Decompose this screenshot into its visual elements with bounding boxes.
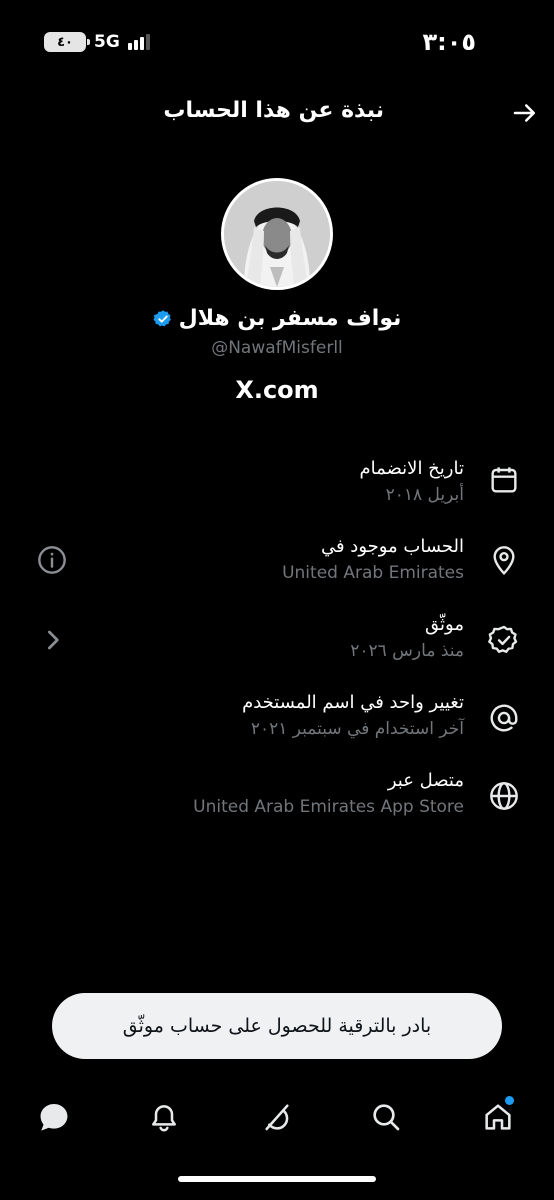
upgrade-label: بادر بالترقية للحصول على حساب موثّق bbox=[122, 1015, 432, 1037]
nav-home[interactable] bbox=[478, 1094, 518, 1140]
header: نبذة عن هذا الحساب bbox=[0, 96, 554, 136]
status-time: ٣:٠٥ bbox=[422, 28, 476, 56]
verified-badge-icon bbox=[488, 625, 518, 653]
signal-icon bbox=[127, 34, 150, 50]
info-row-username-change: تغيير واحد في اسم المستخدم آخر استخدام ف… bbox=[0, 690, 554, 760]
display-name: نواف مسفر بن هلال bbox=[178, 306, 402, 331]
status-bar: ٤٠ 5G ٣:٠٥ bbox=[0, 28, 554, 58]
info-label: تاريخ الانضمام bbox=[359, 458, 464, 479]
nav-messages[interactable] bbox=[34, 1094, 74, 1140]
nav-notifications[interactable] bbox=[144, 1094, 184, 1140]
avatar[interactable] bbox=[221, 178, 333, 290]
info-label: متصل عبر bbox=[387, 770, 464, 791]
home-indicator bbox=[178, 1176, 376, 1182]
bottom-nav bbox=[0, 1094, 554, 1144]
status-indicators: ٤٠ 5G bbox=[44, 32, 150, 52]
username-handle: @NawafMisferll bbox=[211, 338, 343, 358]
info-text-username-change: تغيير واحد في اسم المستخدم آخر استخدام ف… bbox=[242, 690, 464, 742]
info-text-verified: موثّق منذ مارس ٢٠٢٦ bbox=[350, 612, 464, 664]
chevron-left-icon[interactable] bbox=[36, 624, 68, 656]
back-button[interactable] bbox=[510, 98, 540, 128]
page-title: نبذة عن هذا الحساب bbox=[163, 98, 384, 123]
info-row-verified[interactable]: موثّق منذ مارس ٢٠٢٦ bbox=[0, 612, 554, 682]
search-icon bbox=[373, 1104, 400, 1131]
info-label: تغيير واحد في اسم المستخدم bbox=[242, 692, 464, 713]
info-label: الحساب موجود في bbox=[320, 536, 464, 557]
notifications-icon bbox=[152, 1105, 176, 1132]
battery-icon: ٤٠ bbox=[44, 32, 90, 52]
info-value: أبريل ٢٠١٨ bbox=[385, 485, 464, 505]
calendar-icon bbox=[491, 467, 517, 493]
messages-icon bbox=[40, 1103, 68, 1131]
info-value: United Arab Emirates App Store bbox=[193, 797, 464, 817]
network-type: 5G bbox=[94, 32, 120, 52]
profile-photo bbox=[224, 181, 330, 287]
info-row-join-date: تاريخ الانضمام أبريل ٢٠١٨ bbox=[0, 456, 554, 526]
grok-icon bbox=[265, 1104, 289, 1131]
nav-grok[interactable] bbox=[256, 1094, 296, 1140]
at-sign-icon bbox=[490, 704, 518, 732]
info-icon[interactable] bbox=[36, 544, 68, 576]
display-name-row: نواف مسفر بن هلال bbox=[0, 306, 554, 331]
info-value: United Arab Emirates bbox=[282, 563, 464, 583]
home-icon bbox=[485, 1104, 511, 1130]
location-pin-icon bbox=[493, 546, 515, 576]
info-text-location: الحساب موجود في United Arab Emirates bbox=[282, 534, 464, 586]
site-label: X.com bbox=[235, 376, 319, 404]
verified-badge-icon bbox=[153, 309, 171, 326]
info-text-join-date: تاريخ الانضمام أبريل ٢٠١٨ bbox=[360, 456, 464, 508]
globe-icon bbox=[490, 782, 518, 810]
upgrade-button[interactable]: بادر بالترقية للحصول على حساب موثّق bbox=[52, 993, 502, 1059]
info-text-connected-via: متصل عبر United Arab Emirates App Store bbox=[193, 768, 464, 820]
info-row-location: الحساب موجود في United Arab Emirates bbox=[0, 534, 554, 604]
notification-dot bbox=[505, 1096, 514, 1105]
arrow-right-icon bbox=[513, 104, 535, 122]
info-value: آخر استخدام في سبتمبر ٢٠٢١ bbox=[250, 719, 464, 739]
info-label: موثّق bbox=[425, 614, 464, 635]
battery-level: ٤٠ bbox=[57, 34, 73, 50]
nav-search[interactable] bbox=[366, 1094, 406, 1140]
info-value: منذ مارس ٢٠٢٦ bbox=[350, 641, 464, 661]
info-row-connected-via: متصل عبر United Arab Emirates App Store bbox=[0, 768, 554, 838]
